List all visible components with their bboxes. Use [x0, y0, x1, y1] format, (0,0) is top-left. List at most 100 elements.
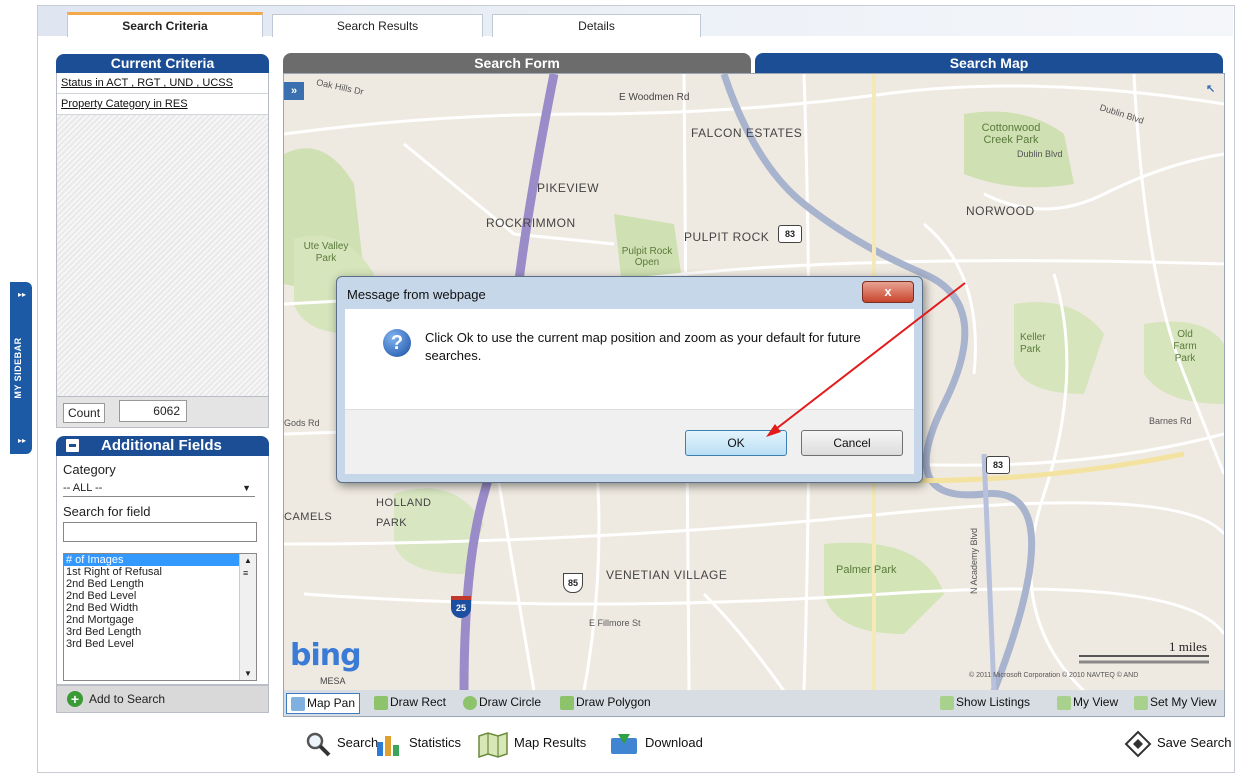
- my-view-icon: [1057, 695, 1071, 710]
- map-label-palmer-park: Palmer Park: [836, 564, 897, 576]
- search-label: Search: [337, 735, 379, 750]
- set-my-view-label: Set My View: [1150, 695, 1217, 709]
- list-item[interactable]: # of Images: [64, 554, 256, 566]
- tab-search-criteria[interactable]: Search Criteria: [67, 12, 263, 37]
- map-label-woodmen: E Woodmen Rd: [619, 92, 690, 103]
- count-value: 6062: [119, 400, 187, 422]
- chevron-right-icon: ▸▸: [18, 436, 27, 445]
- add-icon: +: [67, 691, 83, 707]
- map-pan-button[interactable]: Map Pan: [286, 693, 361, 714]
- scroll-down-icon[interactable]: ▼: [244, 669, 252, 678]
- map-label-ute-valley: Ute Valley Park: [303, 241, 349, 264]
- criteria-list: Status in ACT , RGT , UND , UCSS Propert…: [56, 73, 269, 397]
- map-results-label: Map Results: [514, 735, 587, 750]
- map-label-fillmore: E Fillmore St: [589, 618, 641, 628]
- dialog-title: Message from webpage: [347, 287, 486, 302]
- search-field-label: Search for field: [63, 504, 151, 519]
- map-label-academy: N Academy Blvd: [969, 527, 979, 594]
- cancel-button[interactable]: Cancel: [801, 430, 903, 456]
- show-listings-label: Show Listings: [956, 695, 1031, 709]
- set-my-view-icon: [1134, 695, 1148, 710]
- draw-circle-label: Draw Circle: [479, 695, 542, 709]
- list-item[interactable]: 3rd Bed Length: [64, 626, 256, 638]
- expand-form-button[interactable]: »: [284, 82, 304, 100]
- list-item[interactable]: 2nd Bed Length: [64, 578, 256, 590]
- map-label-camels: CAMELS: [284, 511, 333, 523]
- field-search-input[interactable]: [63, 522, 257, 542]
- add-to-search-button[interactable]: + Add to Search: [56, 685, 269, 713]
- my-sidebar-tab[interactable]: ▸▸ MY SIDEBAR ▸▸: [10, 282, 32, 454]
- criteria-item-property-category[interactable]: Property Category in RES: [57, 94, 268, 115]
- close-button[interactable]: x: [862, 281, 914, 303]
- map-copyright: © 2011 Microsoft Corporation © 2010 NAVT…: [969, 672, 1139, 679]
- ok-button[interactable]: OK: [685, 430, 787, 456]
- dialog-message: Click Ok to use the current map position…: [425, 330, 861, 363]
- draw-rect-icon: [374, 695, 388, 710]
- save-icon: [1124, 730, 1152, 757]
- map-label-gods-rd: Gods Rd: [284, 418, 320, 428]
- statistics-button[interactable]: Statistics: [374, 728, 461, 758]
- map-label-norwood: NORWOOD: [966, 204, 1035, 218]
- show-listings-icon: [940, 695, 954, 710]
- my-view-button[interactable]: My View: [1053, 693, 1122, 712]
- search-button[interactable]: Search: [304, 728, 378, 758]
- list-item[interactable]: 1st Right of Refusal: [64, 566, 256, 578]
- map-results-button[interactable]: Map Results: [477, 728, 586, 758]
- search-form-header[interactable]: Search Form: [283, 53, 751, 73]
- download-button[interactable]: Download: [608, 728, 703, 758]
- scroll-grip-icon[interactable]: ≡: [243, 568, 248, 578]
- map-results-icon: [478, 731, 508, 758]
- show-listings-button[interactable]: Show Listings: [936, 693, 1034, 712]
- map-label-old-farm-park: Old Farm Park: [1173, 329, 1197, 364]
- message-dialog: Message from webpage x ? Click Ok to use…: [336, 276, 923, 483]
- save-search-button[interactable]: Save Search: [1124, 728, 1231, 758]
- draw-rect-button[interactable]: Draw Rect: [370, 693, 450, 712]
- tab-details[interactable]: Details: [492, 14, 701, 37]
- dialog-footer: OK Cancel: [345, 409, 914, 474]
- draw-polygon-icon: [560, 695, 574, 710]
- field-listbox[interactable]: # of Images 1st Right of Refusal 2nd Bed…: [63, 553, 257, 681]
- additional-fields-header[interactable]: Additional Fields: [56, 436, 269, 456]
- highway-shield-83: 83: [778, 225, 802, 243]
- map-label-cottonwood: Cottonwood Creek Park: [981, 122, 1041, 146]
- current-criteria-header: Current Criteria: [56, 54, 269, 73]
- highway-shield-85: 85: [563, 573, 583, 593]
- listbox-scrollbar[interactable]: ▲ ≡ ▼: [239, 554, 256, 680]
- map-label-pulpit-rock: PULPIT ROCK: [684, 230, 770, 244]
- map-label-rockrimmon: ROCKRIMMON: [486, 216, 576, 230]
- list-item[interactable]: 2nd Bed Level: [64, 590, 256, 602]
- map-label-mesa: MESA: [320, 676, 346, 686]
- list-item[interactable]: 2nd Mortgage: [64, 614, 256, 626]
- interstate-shield-25: 25: [451, 596, 471, 618]
- tab-search-results[interactable]: Search Results: [272, 14, 483, 37]
- chevron-down-icon: ▼: [242, 483, 251, 493]
- map-label-falcon-estates: FALCON ESTATES: [691, 126, 803, 140]
- collapse-icon[interactable]: [66, 439, 79, 452]
- map-label-holland-park: HOLLAND PARK: [376, 497, 432, 529]
- list-item[interactable]: 2nd Bed Width: [64, 602, 256, 614]
- category-label: Category: [63, 462, 116, 477]
- category-value: -- ALL --: [63, 482, 103, 494]
- additional-fields-title: Additional Fields: [101, 437, 222, 454]
- search-map-header: Search Map: [755, 53, 1223, 73]
- map-label-pikeview: PIKEVIEW: [537, 181, 600, 195]
- map-pan-label: Map Pan: [307, 696, 356, 710]
- draw-circle-button[interactable]: Draw Circle: [459, 693, 545, 712]
- scroll-up-icon[interactable]: ▲: [244, 556, 252, 565]
- map-label-dublin: Dublin Blvd: [1017, 149, 1063, 159]
- bing-logo: bing: [290, 638, 362, 673]
- collapse-arrow-icon[interactable]: ↖: [1206, 82, 1218, 95]
- list-item[interactable]: 3rd Bed Level: [64, 638, 256, 650]
- sidebar-tab-label: MY SIDEBAR: [13, 337, 23, 399]
- set-my-view-button[interactable]: Set My View: [1130, 693, 1220, 712]
- count-label: Count: [63, 403, 106, 423]
- category-select[interactable]: -- ALL -- ▼: [63, 480, 255, 497]
- map-toolbar: Map Pan Draw Rect Draw Circle Draw Polyg…: [283, 690, 1225, 717]
- download-icon: [611, 733, 637, 754]
- download-label: Download: [645, 735, 703, 750]
- highway-shield-83-south: 83: [986, 456, 1010, 474]
- draw-polygon-button[interactable]: Draw Polygon: [556, 693, 655, 712]
- dialog-body: ? Click Ok to use the current map positi…: [345, 309, 914, 409]
- count-row: Count 6062: [56, 396, 269, 428]
- criteria-item-status[interactable]: Status in ACT , RGT , UND , UCSS: [57, 73, 268, 94]
